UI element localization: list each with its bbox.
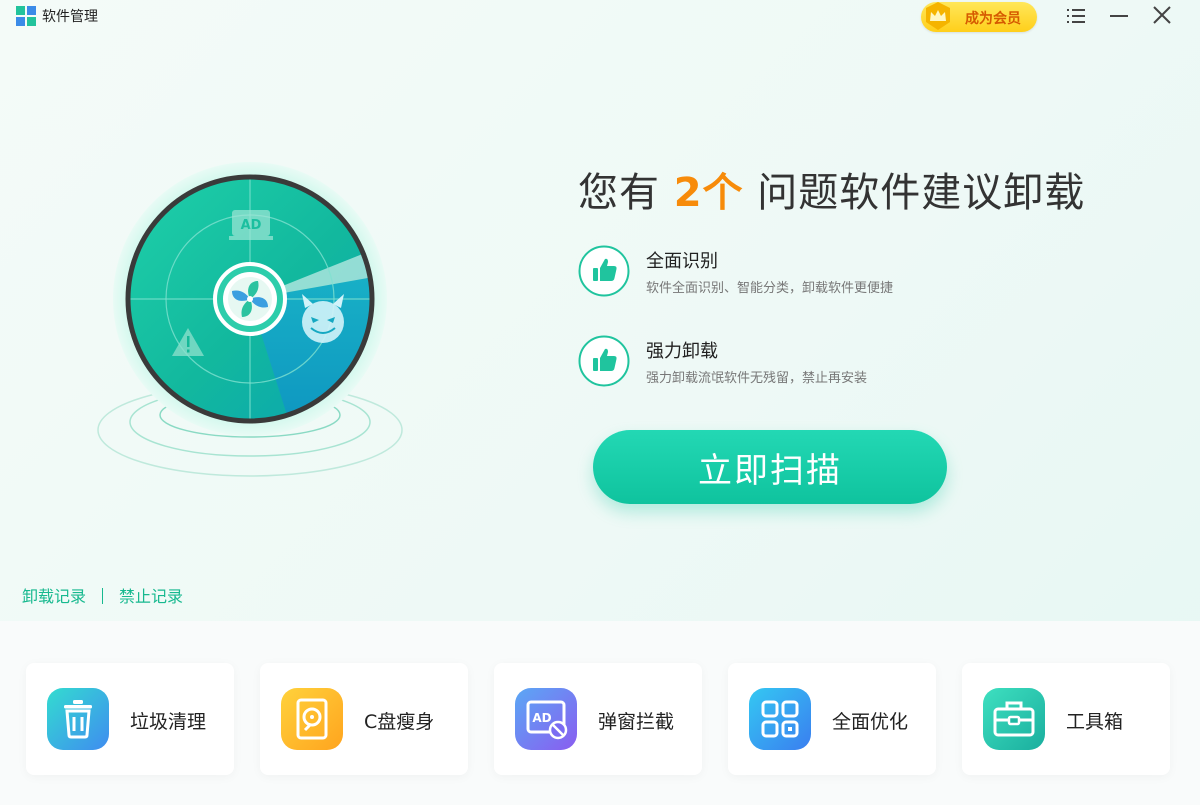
app-title: 软件管理	[42, 9, 98, 25]
thumbs-up-icon	[578, 245, 630, 297]
ad-icon: AD	[229, 210, 273, 240]
feature-title: 全面识别	[646, 251, 718, 272]
crown-icon	[926, 2, 950, 30]
headline: 您有 2个 问题软件建议卸载	[578, 160, 1085, 218]
link-divider	[102, 588, 104, 604]
disk-icon	[281, 688, 343, 750]
become-member-label: 成为会员	[965, 11, 1021, 27]
tool-label: 全面优化	[832, 711, 909, 733]
headline-suffix: 问题软件建议卸载	[757, 170, 1086, 216]
feature-desc: 强力卸载流氓软件无残留，禁止再安装	[646, 371, 868, 386]
thumbs-up-icon	[578, 335, 630, 387]
tool-card-full-optimize[interactable]: 全面优化	[728, 663, 936, 775]
scan-now-button[interactable]: 立即扫描	[593, 430, 947, 504]
svg-text:AD: AD	[532, 711, 551, 725]
app-logo-icon	[16, 6, 36, 26]
radar-ad-text: AD	[241, 218, 262, 233]
become-member-button[interactable]: 成为会员	[921, 2, 1037, 32]
minimize-icon[interactable]	[1104, 2, 1134, 30]
radar-scan-illustration: AD	[97, 162, 403, 477]
issue-count: 2个	[673, 170, 744, 216]
menu-icon[interactable]	[1061, 2, 1091, 30]
ad-block-icon: AD	[515, 688, 577, 750]
toolbox-icon	[983, 688, 1045, 750]
trash-icon	[47, 688, 109, 750]
tool-label: C盘瘦身	[364, 711, 435, 733]
feature-desc: 软件全面识别、智能分类，卸载软件更便捷	[646, 281, 894, 296]
block-history-link[interactable]: 禁止记录	[119, 587, 183, 606]
pinwheel-icon	[228, 277, 272, 321]
close-icon[interactable]	[1147, 2, 1177, 30]
malware-devil-icon	[302, 294, 344, 343]
headline-prefix: 您有	[578, 170, 660, 216]
history-links: 卸载记录 禁止记录	[22, 583, 183, 607]
tool-card-popup-block[interactable]: AD 弹窗拦截	[494, 663, 702, 775]
feature-full-recognition: 全面识别 软件全面识别、智能分类，卸载软件更便捷	[578, 245, 998, 301]
title-bar: 软件管理 成为会员	[0, 0, 1200, 34]
tool-label: 弹窗拦截	[598, 711, 675, 733]
tool-label: 工具箱	[1066, 711, 1124, 733]
uninstall-history-link[interactable]: 卸载记录	[22, 587, 86, 606]
feature-force-uninstall: 强力卸载 强力卸载流氓软件无残留，禁止再安装	[578, 335, 998, 391]
tool-card-c-drive-slim[interactable]: C盘瘦身	[260, 663, 468, 775]
grid-optimize-icon	[749, 688, 811, 750]
tool-card-junk-clean[interactable]: 垃圾清理	[26, 663, 234, 775]
tool-card-toolbox[interactable]: 工具箱	[962, 663, 1170, 775]
feature-title: 强力卸载	[646, 341, 718, 362]
tool-label: 垃圾清理	[130, 711, 207, 733]
